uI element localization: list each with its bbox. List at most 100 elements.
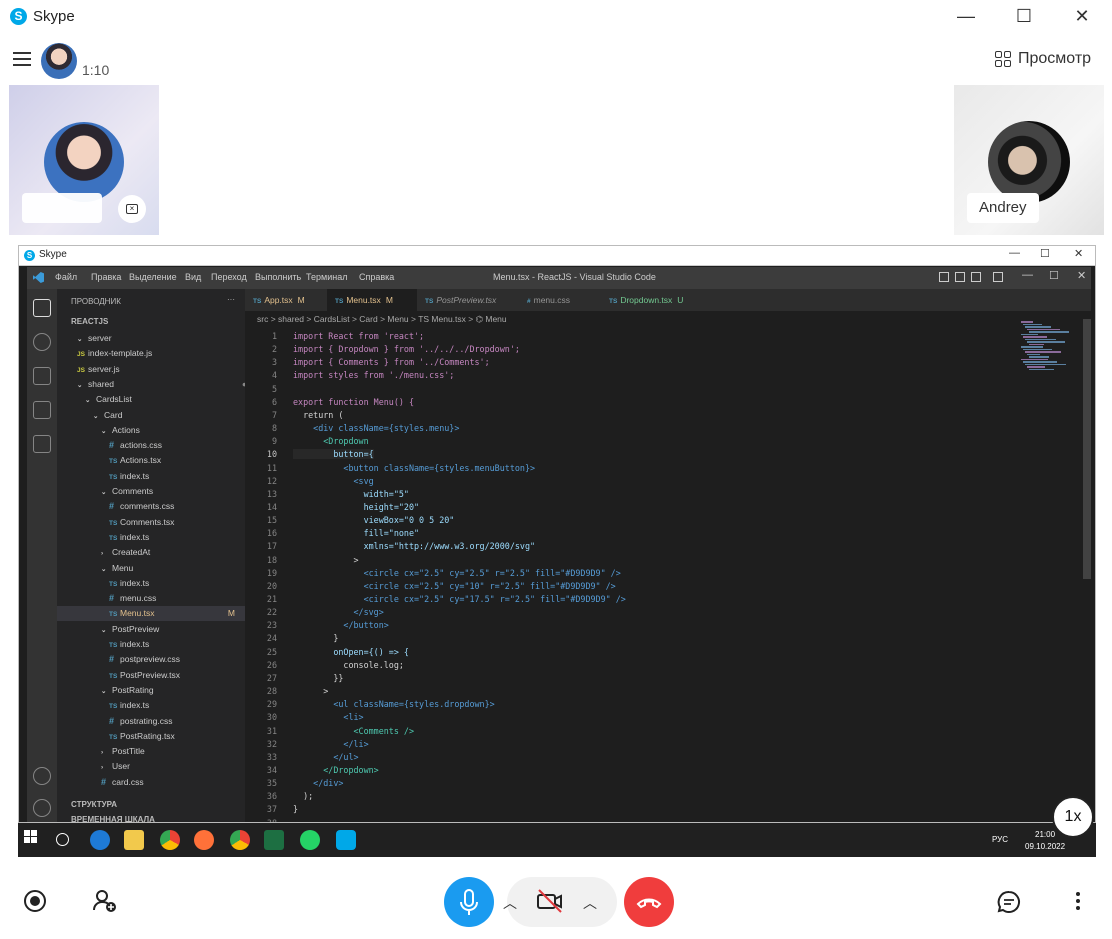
line-number: 34 [266, 764, 277, 775]
camera-off-icon [537, 889, 562, 913]
minimap-line [1025, 326, 1051, 328]
chevron-down-icon: ⌄ [77, 381, 83, 389]
mic-options-chevron-icon[interactable]: ︿ [503, 893, 517, 913]
chrome-icon [160, 830, 180, 850]
call-controls: ︿ ︿ [0, 857, 1112, 939]
javascript-file-icon: JS [77, 366, 85, 374]
explorer-item: ⌄ server [77, 331, 257, 346]
code-editor: TS App.tsx M TS Menu.tsx M TS PostPreview.tsx # m… [245, 289, 1091, 822]
record-icon [30, 896, 40, 906]
participant-tile-andrey[interactable]: Andrey [954, 85, 1104, 235]
camera-options-chevron-icon[interactable]: ︿ [583, 893, 597, 913]
typescript-file-icon: TS [109, 703, 118, 711]
call-timer: 1:10 [82, 62, 110, 78]
window-title: Skype [33, 8, 75, 25]
css-file-icon: # [109, 593, 115, 604]
more-options-button[interactable] [1070, 889, 1086, 915]
typescript-file-icon: TS [109, 580, 118, 588]
line-number: 33 [266, 751, 277, 762]
minimize-button[interactable]: — [938, 0, 994, 34]
microphone-button[interactable] [444, 877, 494, 927]
typescript-file-icon: TS [109, 611, 118, 619]
chevron-down-icon: ⌄ [101, 427, 107, 435]
line-number: 22 [266, 607, 277, 618]
line-number: 10 [266, 449, 277, 460]
explorer-icon [33, 299, 51, 317]
editor-tab: TS Menu.tsx M [327, 289, 417, 311]
editor-tab: # menu.css [519, 289, 601, 311]
chevron-down-icon: ⌄ [101, 489, 107, 496]
explorer-item-label: index.ts [120, 470, 150, 481]
minimap [1019, 321, 1089, 381]
activity-bar [27, 289, 57, 822]
close-button[interactable]: ✕ [1054, 0, 1110, 34]
code-line: > [293, 686, 329, 697]
line-number: 2 [271, 344, 277, 355]
playback-speed-badge[interactable]: 1x [1052, 796, 1094, 838]
skype-icon [336, 830, 356, 850]
line-number: 32 [266, 738, 277, 749]
end-call-button[interactable] [624, 877, 674, 927]
explorer-item-label: Comments [112, 486, 154, 496]
excel-icon [264, 830, 284, 850]
keyboard-language: РУС [992, 835, 1009, 844]
chrome-icon [230, 830, 250, 850]
chevron-right-icon: › [101, 550, 104, 558]
css-file-icon: # [109, 715, 115, 726]
participant-tile-self[interactable]: × [9, 85, 159, 235]
line-number: 26 [266, 659, 277, 670]
view-button[interactable]: Просмотр [995, 50, 1091, 72]
code-line: console.log; [293, 659, 404, 670]
line-number: 20 [266, 580, 277, 591]
skype-logo-icon: S [24, 250, 35, 261]
editor-tab-label: App.tsx [264, 295, 293, 305]
add-participant-button[interactable] [92, 888, 118, 914]
code-line: xmlns="http://www.w3.org/2000/svg" [293, 541, 536, 552]
avatar[interactable] [41, 43, 77, 79]
minimap-line [1029, 368, 1054, 370]
participant-avatar [44, 122, 124, 202]
layout-icon [955, 272, 965, 282]
css-file-icon: # [109, 440, 115, 451]
editor-tab: TS Dropdown.tsx U [601, 289, 711, 311]
code-line: }} [293, 672, 344, 683]
gear-icon [33, 799, 51, 817]
vscode-menu-item: Выполнить [255, 272, 302, 282]
typescript-file-icon: TS [109, 519, 118, 527]
explorer-title: ПРОВОДНИК [71, 297, 121, 306]
vscode-menu-item: Выделение [129, 272, 177, 282]
skype-logo-icon: S [10, 8, 27, 25]
firefox-icon [194, 830, 214, 850]
record-button[interactable] [24, 890, 46, 912]
camera-off-button[interactable] [536, 888, 564, 914]
close-icon: ✕ [1074, 248, 1084, 260]
typescript-file-icon: TS [335, 298, 344, 305]
code-line: <div className={styles.menu}> [293, 423, 460, 434]
explorer-item-label: index.ts [120, 531, 150, 542]
javascript-file-icon: JS [77, 351, 85, 359]
hang-up-icon [636, 898, 662, 909]
typescript-file-icon: TS [109, 458, 118, 466]
shared-window-title: Skype [39, 249, 67, 260]
chat-button[interactable] [996, 889, 1022, 915]
line-number: 13 [266, 488, 277, 499]
line-number: 14 [266, 501, 277, 512]
code-line: </li> [293, 738, 369, 749]
explorer-item-label: postrating.css [120, 715, 173, 726]
stop-sharing-button[interactable]: × [118, 195, 146, 223]
menu-icon[interactable] [13, 52, 31, 68]
line-number: 25 [266, 646, 277, 657]
line-number: 4 [271, 370, 277, 381]
grid-icon [995, 50, 1012, 68]
minimap-line [1029, 343, 1044, 345]
explorer-item-label: comments.css [120, 501, 175, 512]
code-line: height="20" [293, 501, 420, 512]
code-line: <Comments /> [293, 725, 415, 736]
editor-scrollbar [1083, 319, 1091, 579]
maximize-button[interactable]: ☐ [996, 0, 1052, 34]
chevron-down-icon: ⌄ [93, 412, 99, 420]
editor-tab-label: Dropdown.tsx [620, 295, 673, 305]
explorer-item-label: card.css [112, 776, 144, 787]
outline-section: СТРУКТУРА [71, 800, 118, 809]
minimap-line [1025, 363, 1066, 365]
